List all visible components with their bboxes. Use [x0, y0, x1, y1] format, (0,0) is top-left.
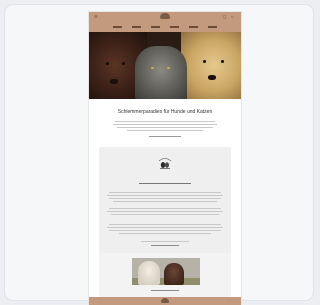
hero-image: [89, 32, 241, 99]
eye: [122, 62, 125, 65]
section-heading: [139, 183, 191, 184]
hero-cat: [135, 46, 187, 99]
intro-section: [89, 99, 241, 139]
site-footer: [89, 297, 241, 305]
cart-icon[interactable]: ◻: [223, 15, 226, 19]
nose: [208, 75, 216, 80]
about-link[interactable]: [151, 245, 179, 246]
text-line: [107, 195, 223, 196]
text-line: [115, 121, 215, 122]
nav-item[interactable]: [151, 26, 160, 28]
eye: [151, 67, 154, 69]
footer-logo-icon: [161, 298, 169, 303]
page-title: Schlemmerparadies für Hunde und Katzen: [117, 109, 213, 115]
eye: [203, 60, 206, 63]
eye: [106, 62, 109, 65]
hero-dog-yellow: [181, 32, 241, 99]
text-line: [141, 241, 189, 242]
site-header: ☰ ◻ ○: [89, 12, 241, 32]
search-icon[interactable]: ○: [231, 15, 233, 19]
text-line: [127, 130, 203, 131]
nav-item[interactable]: [132, 26, 141, 28]
text-line: [111, 214, 219, 215]
text-line: [107, 211, 223, 212]
nav-item[interactable]: [170, 26, 179, 28]
emblem-icon: [158, 158, 172, 169]
text-line: [107, 227, 223, 228]
brown-dog: [164, 263, 184, 285]
nose: [110, 79, 118, 84]
nav-item[interactable]: [189, 26, 198, 28]
menu-icon[interactable]: ☰: [94, 15, 98, 19]
intro-link[interactable]: [149, 136, 181, 137]
text-line: [109, 192, 221, 193]
nav-item[interactable]: [208, 26, 217, 28]
photo-caption: [151, 290, 179, 291]
logo-icon[interactable]: [160, 13, 170, 19]
text-line: [117, 127, 213, 128]
text-line: [109, 230, 221, 231]
dogs-photo: [132, 258, 200, 285]
text-line: [119, 233, 211, 234]
eye: [167, 67, 170, 69]
text-line: [109, 224, 221, 225]
text-line: [113, 124, 217, 125]
eye: [221, 60, 224, 63]
text-line: [109, 198, 221, 199]
website-preview[interactable]: ☰ ◻ ○ Schlemmerparadies für Hunde und Ka…: [89, 12, 241, 305]
nav-item[interactable]: [113, 26, 122, 28]
text-line: [109, 208, 221, 209]
white-dog: [138, 261, 160, 285]
main-navigation: [113, 25, 217, 29]
text-line: [113, 201, 217, 202]
